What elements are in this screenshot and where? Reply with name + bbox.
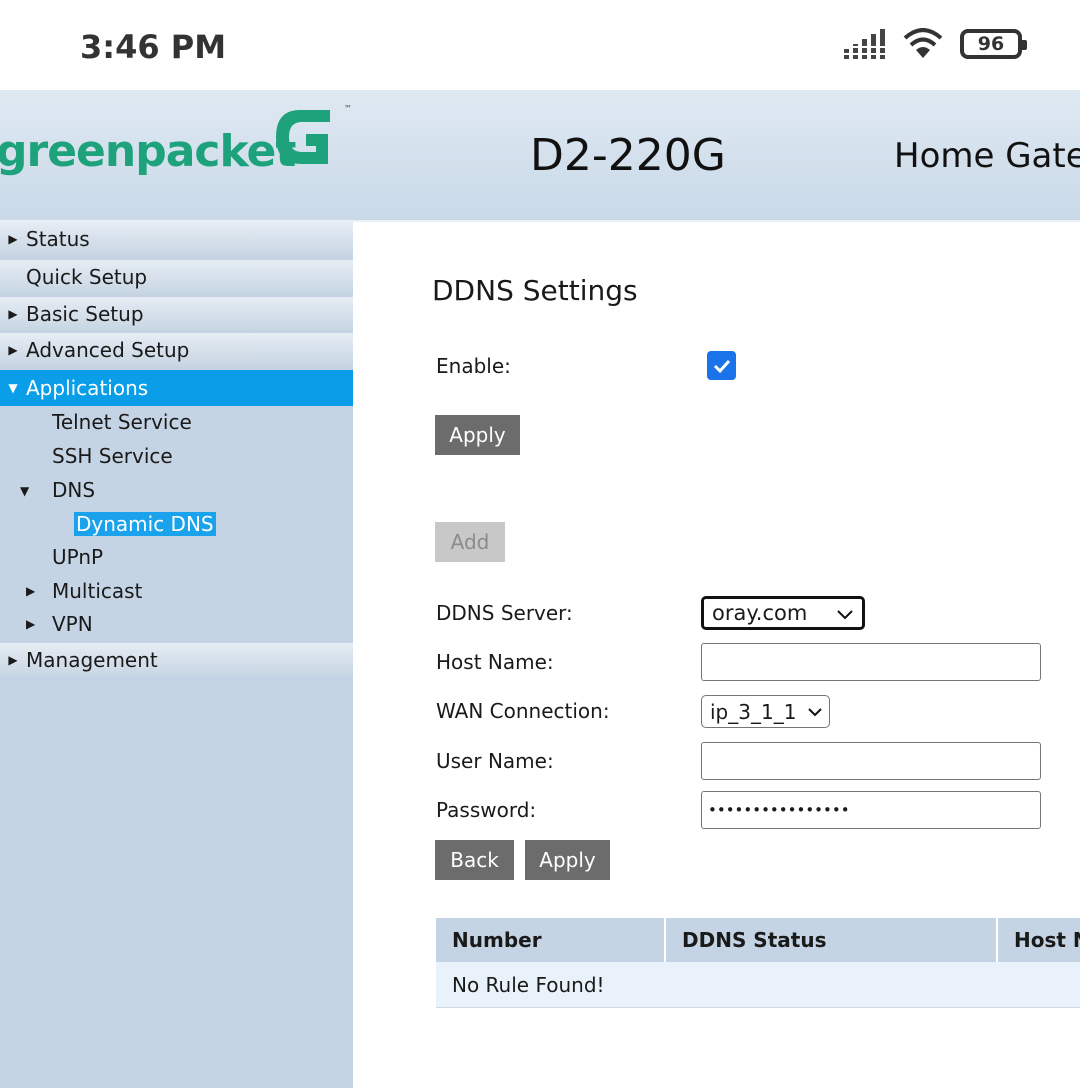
table-header-host-name: Host Name xyxy=(998,918,1080,962)
battery-level: 96 xyxy=(977,33,1005,55)
caret-right-icon: ▶ xyxy=(8,653,18,667)
host-name-label: Host Name: xyxy=(436,650,554,674)
gateway-title: Home Gateway xyxy=(894,136,1080,176)
signal-icon xyxy=(844,29,886,59)
wan-connection-label: WAN Connection: xyxy=(436,699,610,723)
header-banner: greenpacket ™ D2-220G Home Gateway xyxy=(0,90,1080,223)
wan-connection-select[interactable]: ip_3_1_1 xyxy=(701,695,830,728)
sidebar-subitem-vpn[interactable]: VPN xyxy=(52,612,93,636)
sidebar-subitem-upnp[interactable]: UPnP xyxy=(52,545,103,569)
password-mask: •••••••••••••••• xyxy=(708,801,850,819)
table-row: No Rule Found! xyxy=(436,962,1080,1008)
caret-down-icon: ▼ xyxy=(8,381,18,395)
password-label: Password: xyxy=(436,798,537,822)
password-input[interactable]: •••••••••••••••• xyxy=(701,791,1041,829)
caret-right-icon: ▶ xyxy=(26,617,36,631)
sidebar-item-quick-setup[interactable]: Quick Setup xyxy=(0,260,353,294)
wan-connection-value: ip_3_1_1 xyxy=(710,699,797,724)
table-header-ddns-status: DDNS Status xyxy=(666,918,998,962)
chevron-down-icon xyxy=(808,708,822,717)
sidebar-item-basic-setup[interactable]: ▶ Basic Setup xyxy=(0,297,353,331)
empty-table-message: No Rule Found! xyxy=(452,972,605,997)
ddns-server-label: DDNS Server: xyxy=(436,601,573,625)
checkmark-icon xyxy=(713,359,730,373)
sidebar-item-advanced-setup[interactable]: ▶ Advanced Setup xyxy=(0,333,353,367)
enable-label: Enable: xyxy=(436,354,511,378)
table-header-number: Number xyxy=(436,918,666,962)
caret-right-icon: ▶ xyxy=(26,584,36,598)
user-name-label: User Name: xyxy=(436,749,554,773)
trademark: ™ xyxy=(344,104,352,113)
sidebar-item-label: Quick Setup xyxy=(26,265,148,289)
sidebar-subitem-dns[interactable]: DNS xyxy=(52,478,95,502)
sidebar-subitem-telnet-service[interactable]: Telnet Service xyxy=(52,410,192,434)
brand-logo-text: greenpacket xyxy=(0,126,296,177)
caret-down-icon: ▼ xyxy=(20,484,30,498)
back-button[interactable]: Back xyxy=(435,840,514,880)
model-name: D2-220G xyxy=(530,130,726,181)
ddns-server-select[interactable]: oray.com xyxy=(701,596,865,630)
brand-g-logo-icon xyxy=(276,110,330,164)
sidebar-item-status[interactable]: ▶ Status xyxy=(0,222,353,256)
sidebar-item-label: Basic Setup xyxy=(26,302,144,326)
battery-icon: 96 xyxy=(960,29,1027,59)
status-icons: 96 xyxy=(844,28,1027,60)
enable-checkbox[interactable] xyxy=(707,351,736,380)
sidebar-item-label: Advanced Setup xyxy=(26,338,190,362)
sidebar-item-label: Management xyxy=(26,648,158,672)
status-time: 3:46 PM xyxy=(80,28,227,66)
caret-right-icon: ▶ xyxy=(8,307,18,321)
apply-button[interactable]: Apply xyxy=(525,840,610,880)
sidebar-item-management[interactable]: ▶ Management xyxy=(0,643,353,677)
sidebar-subitem-dynamic-dns[interactable]: Dynamic DNS xyxy=(74,512,216,536)
page-title: DDNS Settings xyxy=(432,274,638,307)
user-name-input[interactable] xyxy=(701,742,1041,780)
chevron-down-icon xyxy=(837,610,853,620)
sidebar-item-applications[interactable]: ▼ Applications xyxy=(0,370,353,406)
wifi-icon xyxy=(903,28,943,58)
caret-right-icon: ▶ xyxy=(8,232,18,246)
apply-enable-button[interactable]: Apply xyxy=(435,415,520,455)
sidebar-subitem-multicast[interactable]: Multicast xyxy=(52,579,142,603)
sidebar-subitem-ssh-service[interactable]: SSH Service xyxy=(52,444,173,468)
host-name-input[interactable] xyxy=(701,643,1041,681)
sidebar-item-label: Applications xyxy=(26,376,149,400)
caret-right-icon: ▶ xyxy=(8,343,18,357)
ddns-server-value: oray.com xyxy=(712,601,808,625)
status-bar: 3:46 PM 96 xyxy=(0,0,1080,90)
add-button[interactable]: Add xyxy=(435,522,505,562)
sidebar-item-label: Status xyxy=(26,227,90,251)
